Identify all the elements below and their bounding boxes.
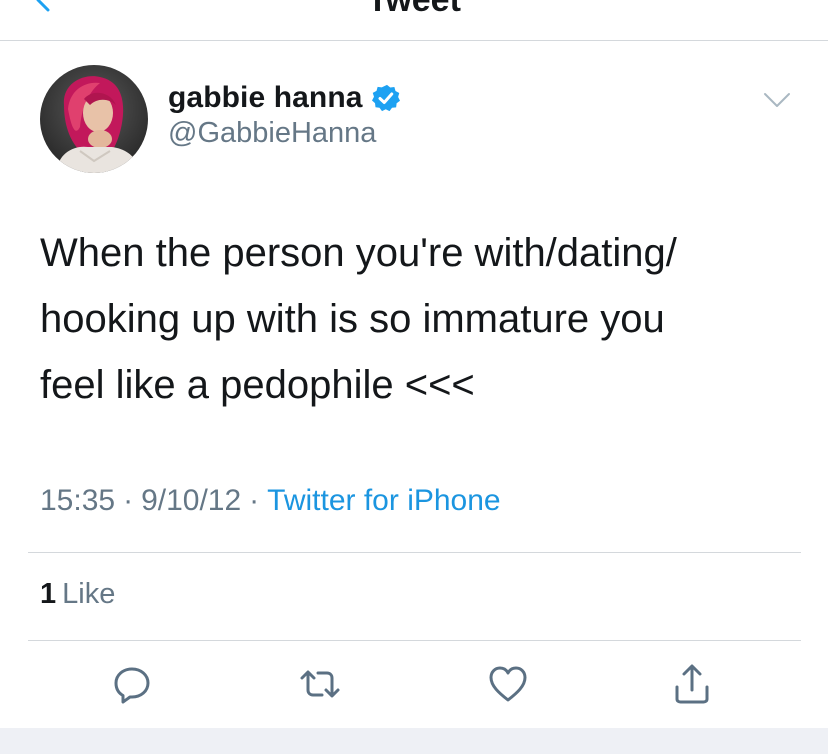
reply-button[interactable] — [110, 662, 154, 706]
share-button[interactable] — [670, 662, 714, 706]
tweet-date: 9/10/12 — [141, 484, 242, 517]
tweet-source-link[interactable]: Twitter for iPhone — [267, 484, 500, 517]
reply-icon — [114, 667, 150, 704]
like-count: 1 — [40, 578, 57, 610]
nav-bar: Tweet — [0, 0, 828, 41]
tweet-meta: 15:35 · 9/10/12 · Twitter for iPhone — [40, 484, 501, 518]
bottom-tab-bar-edge — [0, 728, 828, 754]
heart-icon — [489, 666, 527, 702]
divider — [28, 640, 801, 641]
share-icon — [675, 664, 709, 704]
tweet-detail-screen: Tweet gabbie hanna @GabbieHanna When the… — [0, 0, 828, 754]
chevron-down-icon[interactable] — [762, 88, 792, 112]
like-button[interactable] — [486, 662, 530, 706]
tweet-text: When the person you're with/dating/ hook… — [40, 231, 677, 407]
nav-title: Tweet — [367, 0, 461, 19]
meta-separator: · — [249, 484, 260, 517]
author-name[interactable]: gabbie hanna — [168, 81, 363, 115]
author-handle[interactable]: @GabbieHanna — [168, 117, 376, 150]
tweet-time: 15:35 — [40, 484, 116, 517]
divider — [28, 552, 801, 553]
meta-separator: · — [123, 484, 134, 517]
like-label: Like — [62, 578, 116, 610]
retweet-icon — [300, 670, 340, 698]
avatar-image — [40, 65, 148, 173]
verified-badge-icon — [371, 84, 400, 112]
avatar[interactable] — [40, 65, 148, 173]
author-name-row[interactable]: gabbie hanna — [168, 78, 401, 118]
likes-stat[interactable]: 1 Like — [40, 578, 115, 611]
retweet-button[interactable] — [298, 662, 342, 706]
